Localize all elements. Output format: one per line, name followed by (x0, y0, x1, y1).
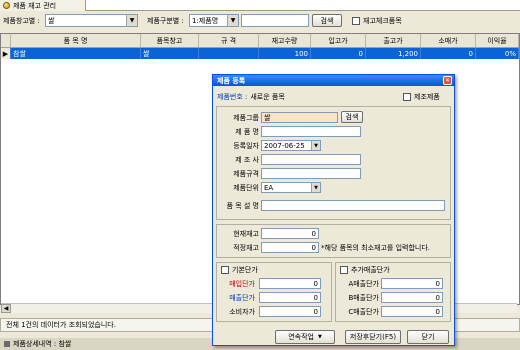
a-price-field[interactable]: 0 (381, 278, 443, 289)
consumer-price-field[interactable]: 0 (259, 306, 321, 317)
unit-select[interactable]: EA ▼ (261, 182, 321, 193)
category-filter-value: 1:제품명 (192, 16, 219, 25)
c-price-label: C매출단가 (348, 307, 379, 316)
row-indicator-header (1, 34, 11, 47)
current-stock-field[interactable]: 0 (261, 228, 319, 239)
column-header[interactable]: 규 격 (199, 34, 259, 47)
purchase-price-label: 매입단가 (229, 279, 255, 288)
product-register-dialog: 제품 등록 ✕ 제품번호 : 새로운 품목 제조제품 제품그룹 쌀 검색 제 품… (212, 74, 455, 346)
dialog-title: 제품 등록 (217, 76, 246, 85)
column-header[interactable]: 소매가 (421, 34, 476, 47)
tab-label: 제품 재고 관리 (13, 1, 57, 10)
column-header[interactable]: 품 목 명 (11, 34, 141, 47)
stock-check-label: 재고체크품목 (363, 17, 402, 25)
grid-header: 품 목 명 품목창고 규 격 재고수량 입고가 출고가 소매가 이익율 (1, 34, 519, 48)
cell-margin: 0% (476, 48, 519, 59)
product-no-row: 제품번호 : 새로운 품목 (217, 92, 285, 102)
chevron-down-icon[interactable]: ▼ (126, 15, 137, 26)
maker-field[interactable] (261, 154, 361, 165)
warehouse-filter-select[interactable]: 쌀 ▼ (45, 14, 138, 27)
cell-warehouse: 쌀 (141, 48, 199, 59)
group-field[interactable]: 쌀 (261, 112, 338, 123)
warehouse-filter-value: 쌀 (48, 16, 55, 25)
close-icon[interactable]: ✕ (443, 76, 452, 85)
name-label-row: 제 품 명 (235, 127, 259, 136)
detail-icon (4, 341, 10, 347)
b-price-label: B매출단가 (348, 293, 379, 302)
extra-price-checkbox[interactable] (340, 266, 348, 274)
warehouse-filter-label: 제품창고별 : (3, 16, 40, 25)
manufactured-label: 제조제품 (414, 93, 440, 101)
a-price-label: A매출단가 (348, 279, 379, 288)
date-label-row: 등록일자 (233, 141, 259, 150)
sale-price-field[interactable]: 0 (259, 292, 321, 303)
unit-label-row: 제품단위 (233, 183, 259, 192)
save-close-button[interactable]: 저장후닫기(F5) (345, 330, 401, 344)
column-header[interactable]: 재고수량 (259, 34, 311, 47)
sale-price-label: 매출단가 (229, 293, 255, 302)
cell-spec (199, 48, 259, 59)
base-price-checkbox[interactable] (221, 266, 229, 274)
chevron-down-icon[interactable]: ▼ (311, 183, 320, 192)
spec-field[interactable] (261, 168, 361, 179)
purchase-price-field[interactable]: 0 (259, 278, 321, 289)
cell-retail: 0 (421, 48, 476, 59)
spec-label-row: 제품규격 (233, 169, 259, 178)
base-price-option[interactable]: 기본단가 (221, 265, 258, 275)
continuous-work-button[interactable]: 연속작업 ▼ (275, 330, 335, 344)
c-price-field[interactable]: 0 (381, 306, 443, 317)
safety-stock-row: 적정재고 (233, 243, 259, 252)
category-filter-label: 제품구분별 : (147, 16, 184, 25)
chevron-down-icon[interactable]: ▼ (311, 141, 320, 150)
product-name-field[interactable] (261, 126, 361, 137)
chevron-down-icon: ▼ (317, 334, 322, 340)
consumer-price-label: 소비자가 (229, 307, 255, 316)
search-input[interactable] (241, 14, 309, 27)
detail-label: 제품상세내역 : 참쌀 (13, 340, 72, 348)
dialog-titlebar[interactable]: 제품 등록 ✕ (213, 75, 454, 86)
cell-qty: 100 (259, 48, 311, 59)
safety-stock-field[interactable]: 0 (261, 242, 319, 253)
extra-price-option[interactable]: 추가매출단가 (340, 265, 390, 275)
table-row[interactable]: ▶ 참쌀 쌀 100 0 1,200 0 0% (1, 48, 519, 59)
row-pointer-icon: ▶ (1, 48, 11, 59)
product-no-label: 제품번호 : (217, 93, 248, 101)
current-stock-row: 현재재고 (233, 229, 259, 238)
stock-check-checkbox[interactable] (352, 17, 360, 25)
tab-inventory[interactable]: 제품 재고 관리 (0, 0, 86, 11)
group-label-row: 제품그룹 (233, 113, 259, 122)
manufactured-option[interactable]: 제조제품 (403, 92, 440, 102)
status-text: 전체 1건의 데이터가 조회되었습니다. (6, 321, 116, 329)
cell-out-price: 1,200 (366, 48, 421, 59)
category-filter-select[interactable]: 1:제품명 ▼ (189, 14, 239, 27)
manufactured-checkbox[interactable] (403, 93, 411, 101)
scroll-left-icon[interactable]: ◀ (1, 304, 11, 313)
stock-check-option[interactable]: 재고체크품목 (352, 15, 402, 27)
description-field[interactable] (261, 200, 445, 211)
column-header[interactable]: 이익율 (476, 34, 519, 47)
chevron-down-icon[interactable]: ▼ (227, 15, 238, 26)
maker-label-row: 제 조 사 (235, 155, 259, 164)
safety-stock-hint: *해당 품목의 최소재고를 입력합니다. (321, 243, 430, 252)
cell-in-price: 0 (311, 48, 366, 59)
cell-name: 참쌀 (11, 48, 141, 59)
column-header[interactable]: 입고가 (311, 34, 366, 47)
coin-icon (3, 2, 10, 9)
desc-label-row: 품 목 설 명 (226, 201, 259, 210)
product-no-value: 새로운 품목 (250, 93, 285, 101)
group-search-button[interactable]: 검색 (341, 111, 363, 123)
date-picker[interactable]: 2007-06-25 ▼ (261, 140, 321, 151)
close-button[interactable]: 닫기 (407, 330, 449, 344)
search-button[interactable]: 검색 (312, 14, 342, 27)
column-header[interactable]: 출고가 (366, 34, 421, 47)
b-price-field[interactable]: 0 (381, 292, 443, 303)
column-header[interactable]: 품목창고 (141, 34, 199, 47)
